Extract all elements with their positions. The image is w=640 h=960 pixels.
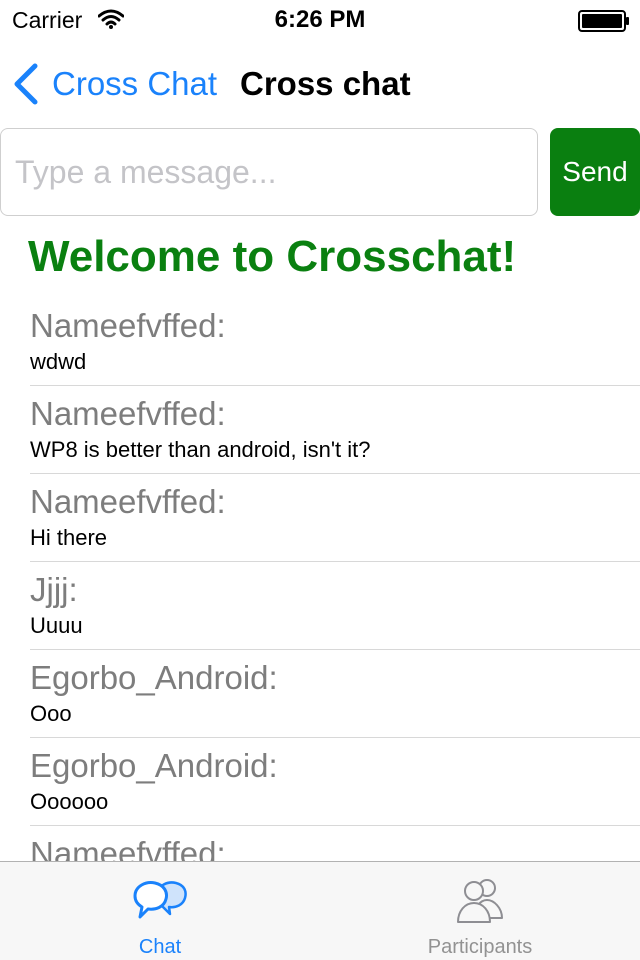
message-item: Egorbo_Android: Oooooo — [30, 738, 640, 826]
message-list[interactable]: Nameefvffed: wdwd Nameefvffed: WP8 is be… — [30, 298, 640, 861]
status-time: 6:26 PM — [274, 6, 366, 33]
people-icon — [457, 879, 503, 923]
back-button[interactable]: Cross Chat — [12, 60, 217, 108]
message-item: Jjjj: Uuuu — [30, 562, 640, 650]
message-item: Egorbo_Android: Ooo — [30, 650, 640, 738]
tab-participants[interactable]: Participants — [320, 862, 640, 960]
message-text: Ooo — [30, 701, 72, 726]
status-bar: Carrier 6:26 PM — [0, 0, 640, 40]
send-button[interactable]: Send — [550, 128, 640, 216]
tab-chat-label: Chat — [138, 936, 182, 958]
message-text: Oooooo — [30, 789, 109, 814]
tab-bar: Chat Participants — [0, 861, 640, 960]
chevron-left-icon — [14, 63, 38, 105]
message-author: Nameefvffed: — [30, 395, 226, 432]
message-item: Nameefvffed: WP8 is better than android,… — [30, 386, 640, 474]
welcome-heading: Welcome to Crosschat! — [28, 232, 517, 281]
back-button-label: Cross Chat — [52, 65, 218, 102]
message-author: Jjjj: — [30, 571, 78, 608]
page-title: Cross chat — [240, 65, 411, 102]
message-text: WP8 is better than android, isn't it? — [30, 437, 371, 462]
chat-bubbles-icon — [133, 881, 187, 919]
message-author: Nameefvffed: — [30, 307, 226, 344]
tab-chat[interactable]: Chat — [0, 862, 320, 960]
message-author: Egorbo_Android: — [30, 747, 278, 784]
message-author: Egorbo_Android: — [30, 659, 278, 696]
message-item: Nameefvffed: wdwd — [30, 298, 640, 386]
message-text: Uuuu — [30, 613, 83, 638]
message-author: Nameefvffed: — [30, 835, 226, 861]
tab-participants-label: Participants — [427, 936, 533, 958]
battery-icon — [578, 10, 629, 32]
message-author: Nameefvffed: — [30, 483, 226, 520]
message-item: Nameefvffed: — [30, 826, 640, 861]
message-item: Nameefvffed: Hi there — [30, 474, 640, 562]
message-text: wdwd — [30, 349, 87, 374]
message-composer: Send — [0, 128, 640, 218]
navigation-bar: Cross Chat Cross chat — [0, 40, 640, 128]
message-text: Hi there — [30, 525, 108, 550]
message-input[interactable] — [0, 128, 538, 216]
